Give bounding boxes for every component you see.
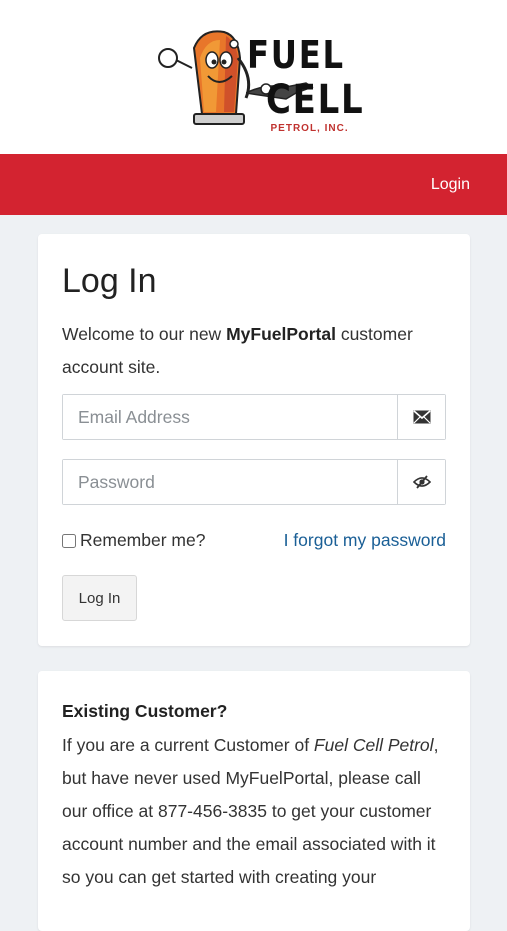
fuel-cell-logo[interactable]: FUEL CELL PETROL, INC.: [154, 18, 362, 136]
welcome-brand: MyFuelPortal: [226, 324, 336, 344]
password-input-group: [62, 459, 446, 505]
existing-customer-card: Existing Customer? If you are a current …: [38, 671, 470, 931]
remember-me-option[interactable]: Remember me?: [62, 530, 205, 551]
existing-body-prefix: If you are a current Customer of: [62, 735, 314, 755]
password-field[interactable]: [63, 460, 397, 504]
remember-me-label: Remember me?: [80, 530, 206, 550]
eye-slash-icon[interactable]: [397, 460, 445, 504]
email-field[interactable]: [63, 395, 397, 439]
page-title: Log In: [62, 262, 157, 300]
existing-body-company: Fuel Cell Petrol: [313, 735, 434, 755]
logo-text-cell: CELL: [265, 77, 364, 123]
nav-login-link[interactable]: Login: [431, 176, 470, 194]
existing-customer-title: Existing Customer?: [62, 701, 228, 721]
site-header: FUEL CELL PETROL, INC.: [0, 0, 507, 154]
envelope-icon: [397, 395, 445, 439]
existing-customer-text: If you are a current Customer of Fuel Ce…: [62, 729, 446, 894]
login-button[interactable]: Log In: [62, 575, 137, 621]
login-card: Log In Welcome to our new MyFuelPortal c…: [38, 234, 470, 646]
welcome-text: Welcome to our new MyFuelPortal customer…: [62, 318, 446, 384]
logo-text-fuel: FUEL: [246, 33, 345, 77]
existing-body-suffix: , but have never used MyFuelPortal, plea…: [62, 735, 439, 887]
forgot-password-link[interactable]: I forgot my password: [284, 530, 446, 551]
logo-text-petrol-inc: PETROL, INC.: [270, 123, 349, 134]
top-navbar: Login: [0, 154, 507, 215]
welcome-prefix: Welcome to our new: [62, 324, 227, 344]
remember-me-checkbox[interactable]: [62, 533, 76, 548]
email-input-group: [62, 394, 446, 440]
